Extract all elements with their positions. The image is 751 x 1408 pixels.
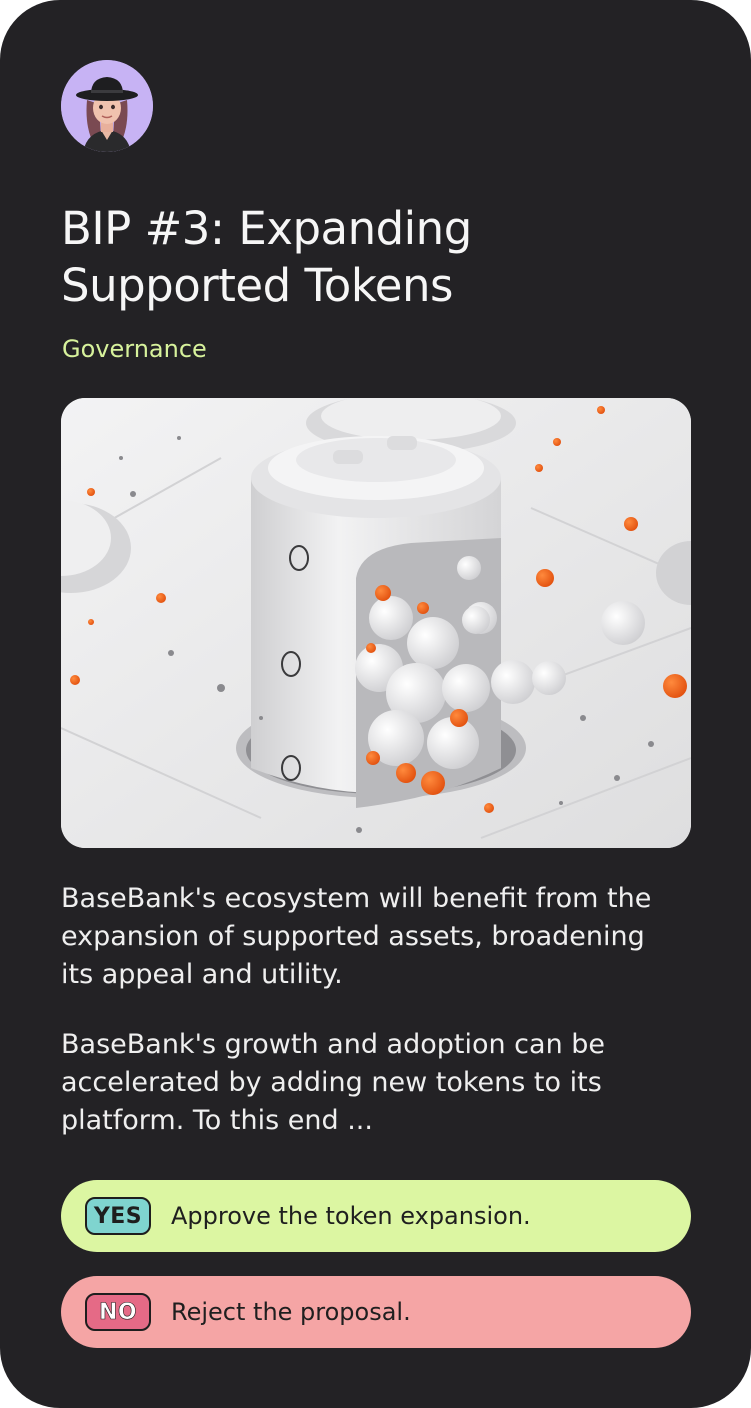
reject-button[interactable]: NO Reject the proposal. [61,1276,691,1348]
avatar[interactable] [61,60,153,152]
no-badge: NO [85,1293,151,1331]
proposal-title: BIP #3: Expanding Supported Tokens [61,202,472,312]
approve-button[interactable]: YES Approve the token expansion. [61,1180,691,1252]
avatar-icon [61,60,153,152]
proposal-card: BIP #3: Expanding Supported Tokens Gover… [0,0,751,1408]
proposal-description-1: BaseBank's ecosystem will benefit from t… [61,883,652,990]
reject-button-label: Reject the proposal. [171,1298,411,1326]
yes-badge: YES [85,1197,151,1235]
proposal-description-2: BaseBank's growth and adoption can be ac… [61,1029,606,1136]
approve-button-label: Approve the token expansion. [171,1202,531,1230]
hero-image [61,398,691,848]
token-cylinder-illustration [61,398,691,848]
proposal-category: Governance [62,335,207,363]
